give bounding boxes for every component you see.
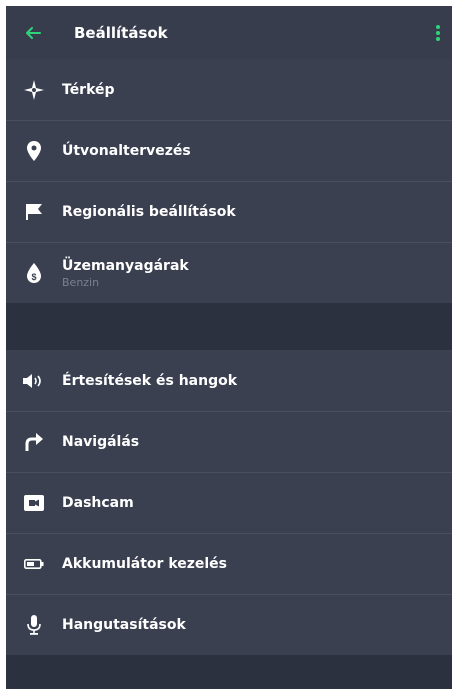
settings-screen: Beállítások Térkép Útvonaltervezés Regio… (6, 6, 452, 689)
menu-item-hangutasitasok[interactable]: Hangutasítások (6, 594, 452, 655)
menu-item-dashcam[interactable]: Dashcam (6, 472, 452, 533)
bottom-spacer (6, 655, 452, 689)
speaker-icon (23, 373, 41, 388)
svg-text:$: $ (31, 272, 36, 282)
section-gap (6, 303, 452, 350)
app-bar: Beállítások (6, 6, 452, 59)
menu-item-label: Értesítések és hangok (62, 372, 238, 389)
settings-group-primary: Térkép Útvonaltervezés Regionális beállí… (6, 59, 452, 303)
turn-right-arrow-icon (25, 433, 43, 451)
menu-item-regionalis[interactable]: Regionális beállítások (6, 181, 452, 242)
menu-item-terkep[interactable]: Térkép (6, 59, 452, 120)
menu-item-sublabel: Benzin (62, 275, 100, 289)
battery-icon (24, 559, 44, 569)
microphone-icon (27, 615, 41, 635)
menu-item-label: Üzemanyagárak (62, 257, 189, 274)
page-title: Beállítások (74, 23, 168, 42)
menu-item-label: Navigálás (62, 434, 140, 450)
map-pin-icon (27, 141, 41, 161)
flag-icon (26, 204, 42, 220)
menu-item-navigalas[interactable]: Navigálás (6, 411, 452, 472)
menu-item-utvonaltervezes[interactable]: Útvonaltervezés (6, 120, 452, 181)
menu-item-label: Térkép (62, 81, 115, 98)
menu-item-ertesitesek[interactable]: Értesítések és hangok (6, 350, 452, 411)
back-button[interactable] (6, 24, 60, 42)
camera-icon (24, 495, 44, 511)
compass-rose-icon (24, 79, 44, 100)
menu-item-label: Útvonaltervezés (62, 143, 191, 159)
menu-item-label: Regionális beállítások (62, 204, 236, 220)
menu-item-label: Dashcam (62, 495, 134, 511)
arrow-left-icon (26, 26, 41, 39)
more-vertical-icon (436, 24, 440, 41)
fuel-price-icon: $ (27, 263, 41, 283)
menu-item-label: Hangutasítások (62, 617, 186, 633)
menu-item-akkumulator[interactable]: Akkumulátor kezelés (6, 533, 452, 594)
more-options-button[interactable] (424, 24, 452, 42)
menu-item-label: Akkumulátor kezelés (62, 556, 228, 572)
menu-item-uzemanyagarak[interactable]: $ Üzemanyagárak Benzin (6, 242, 452, 303)
settings-group-secondary: Értesítések és hangok Navigálás Dashcam (6, 350, 452, 655)
